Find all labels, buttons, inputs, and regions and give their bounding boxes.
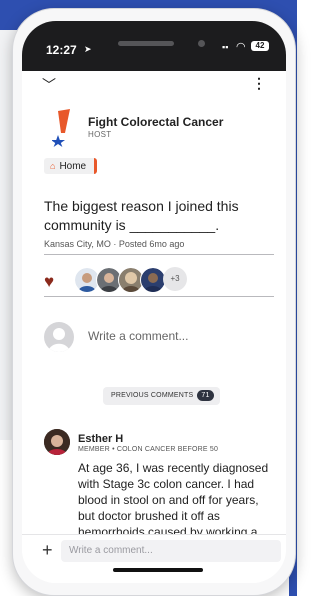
more-options-icon[interactable]: ⋮ (252, 75, 266, 92)
post-meta: Kansas City, MO · Posted 6mo ago (44, 239, 185, 249)
host-header[interactable]: Fight Colorectal Cancer HOST (42, 109, 272, 149)
fight-crc-logo-icon (52, 109, 70, 147)
comment-input[interactable]: Write a comment... (88, 329, 188, 343)
post-text: The biggest reason I joined this communi… (44, 198, 239, 233)
comment-composer: + Write a comment... (22, 534, 286, 583)
previous-comments-count: 71 (197, 390, 214, 401)
comment-author-role: MEMBER • COLON CANCER BEFORE 50 (78, 446, 219, 453)
phone-frame: 12:27 ➤ ▪▪ ◠ 42 ﹀ ⋮ Fight Colorectal Can… (12, 8, 296, 596)
status-time: 12:27 (46, 43, 77, 57)
signal-icon: ▪▪ (222, 42, 229, 52)
host-name: Fight Colorectal Cancer (88, 115, 224, 129)
divider (44, 254, 274, 255)
home-indicator[interactable] (113, 568, 203, 572)
top-nav: ﹀ ⋮ (22, 71, 286, 101)
avatar (44, 322, 74, 352)
plus-icon[interactable]: + (42, 540, 53, 561)
battery-icon: 42 (251, 41, 269, 51)
more-reactions-count[interactable]: +3 (163, 267, 187, 291)
avatar[interactable] (44, 429, 70, 455)
user-placeholder-icon (48, 328, 70, 352)
chevron-down-icon[interactable]: ﹀ (42, 75, 56, 95)
divider (44, 296, 274, 297)
avatar-photo-icon (44, 429, 70, 455)
camera-dot (198, 40, 205, 47)
breadcrumb-home[interactable]: ⌂ Home (44, 158, 98, 174)
heart-icon[interactable]: ♥ (44, 272, 54, 292)
comment-author[interactable]: Esther H (78, 433, 123, 445)
speaker-notch (118, 41, 174, 46)
wifi-icon: ◠ (236, 41, 246, 53)
comment-body: At age 36, I was recently diagnosed with… (78, 461, 269, 539)
host-role: HOST (88, 130, 112, 139)
status-bar: 12:27 ➤ ▪▪ ◠ 42 (22, 21, 286, 71)
phone-screen: 12:27 ➤ ▪▪ ◠ 42 ﹀ ⋮ Fight Colorectal Can… (22, 21, 286, 583)
previous-comments-label: PREVIOUS COMMENTS (111, 392, 194, 399)
previous-comments-button[interactable]: PREVIOUS COMMENTS 71 (103, 387, 220, 405)
home-icon: ⌂ (50, 161, 56, 171)
breadcrumb-label: Home (59, 161, 87, 172)
reactions-row[interactable]: ♥ +3 (44, 266, 274, 296)
composer-input[interactable]: Write a comment... (61, 540, 281, 562)
location-arrow-icon: ➤ (84, 44, 92, 54)
